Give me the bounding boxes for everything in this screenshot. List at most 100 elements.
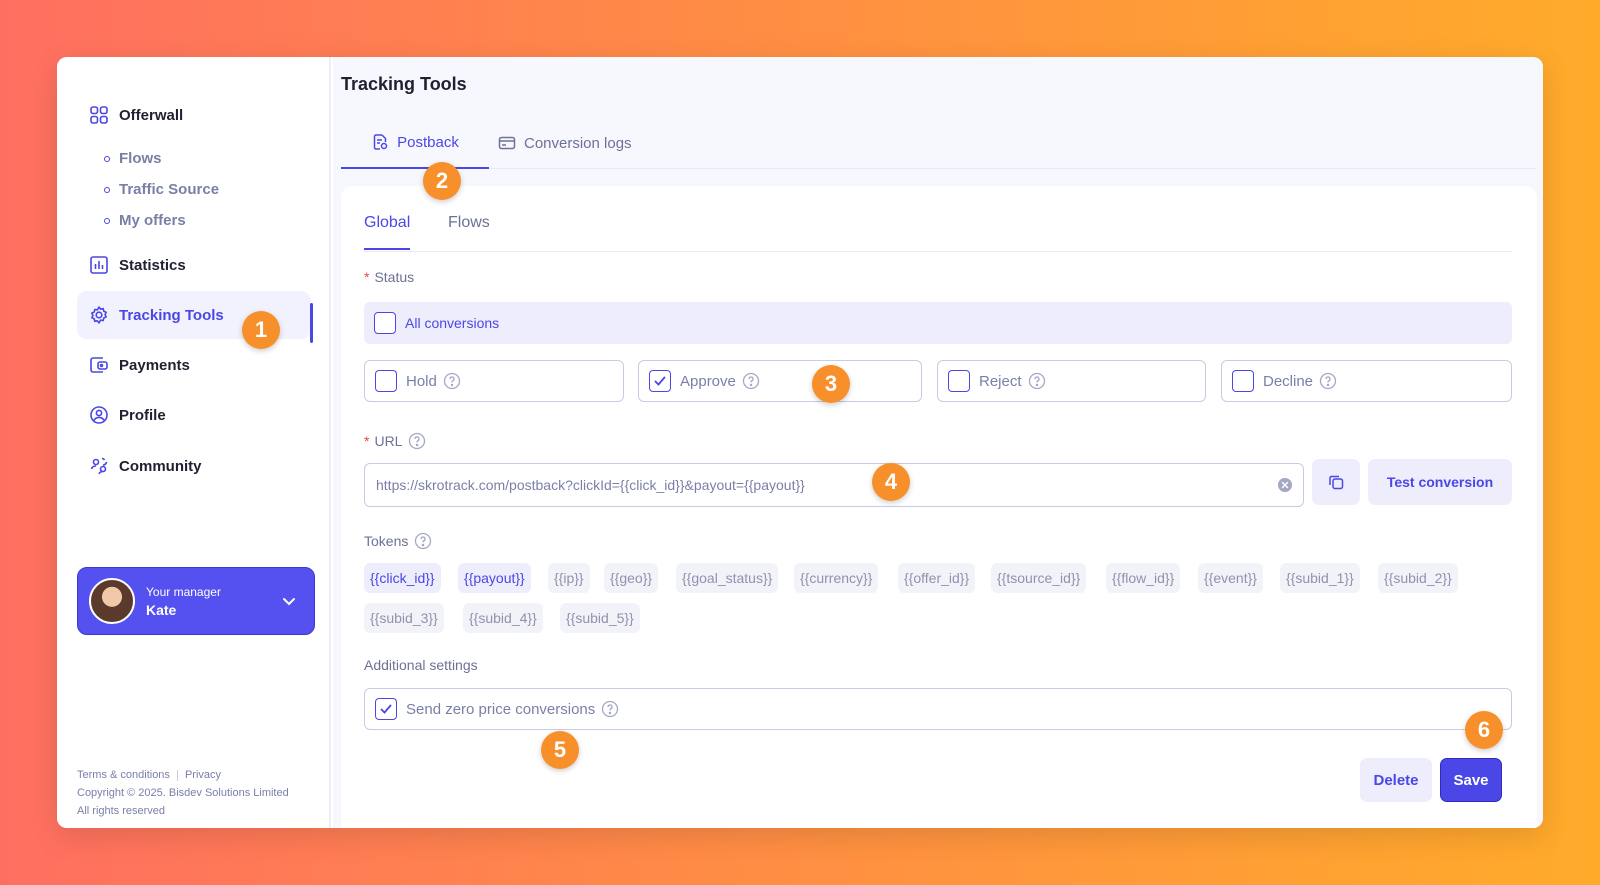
checkbox[interactable] — [375, 370, 397, 392]
token-chip[interactable]: {{currency}} — [794, 563, 879, 593]
token-chip[interactable]: {{subid_4}} — [463, 603, 543, 633]
clear-icon[interactable] — [1277, 477, 1293, 493]
zero-price-checkbox[interactable]: Send zero price conversions — [364, 688, 1512, 730]
status-option-label: Hold — [406, 372, 437, 390]
token-chip[interactable]: {{event}} — [1198, 563, 1263, 593]
copyright-text: Copyright © 2025. Bisdev Solutions Limit… — [77, 787, 289, 799]
checkbox[interactable] — [374, 312, 396, 334]
url-input[interactable]: https://skrotrack.com/postback?clickId={… — [364, 463, 1304, 507]
main-content: Tracking Tools Postback Conversion logs … — [333, 57, 1543, 828]
sidebar-subitem-my-offers[interactable]: My offers — [104, 212, 186, 229]
sidebar-item-label: Payments — [119, 356, 190, 374]
test-conversion-button[interactable]: Test conversion — [1368, 459, 1512, 505]
help-icon[interactable] — [1028, 372, 1046, 390]
tokens-label: Tokens — [364, 532, 432, 550]
manager-card[interactable]: Your manager Kate — [77, 567, 315, 635]
required-marker: * — [364, 269, 370, 285]
tokens-label-text: Tokens — [364, 533, 409, 549]
manager-name: Kate — [146, 601, 177, 618]
inner-tabs: Global Flows — [364, 186, 1512, 252]
sidebar-item-offerwall[interactable]: Offerwall — [77, 91, 311, 139]
bullet-icon — [104, 155, 110, 162]
token-chip[interactable]: {{click_id}} — [364, 563, 441, 593]
community-icon — [89, 456, 109, 476]
sidebar-item-profile[interactable]: Profile — [77, 391, 311, 439]
sidebar-item-label: Statistics — [119, 256, 186, 274]
checkbox-checked[interactable] — [375, 698, 397, 720]
token-chip[interactable]: {{tsource_id}} — [991, 563, 1087, 593]
sidebar-item-community[interactable]: Community — [77, 442, 311, 490]
copy-icon — [1329, 475, 1344, 490]
sidebar-subitem-label: Traffic Source — [119, 181, 220, 198]
token-chip[interactable]: {{subid_1}} — [1280, 563, 1360, 593]
token-chip[interactable]: {{subid_5}} — [560, 603, 640, 633]
page-title: Tracking Tools — [341, 74, 467, 94]
terms-link[interactable]: Terms & conditions — [77, 769, 170, 781]
status-approve[interactable]: Approve — [638, 360, 922, 402]
sidebar-item-statistics[interactable]: Statistics — [77, 241, 311, 289]
status-option-label: Approve — [680, 372, 736, 390]
status-decline[interactable]: Decline — [1221, 360, 1512, 402]
sidebar-subitem-flows[interactable]: Flows — [104, 150, 162, 167]
document-icon — [373, 134, 388, 150]
sidebar-subitem-label: Flows — [119, 150, 162, 167]
tab-label: Conversion logs — [524, 134, 632, 152]
step-badge-1: 1 — [242, 311, 280, 349]
chevron-down-icon[interactable] — [280, 592, 298, 610]
tab-conversion-logs[interactable]: Conversion logs — [498, 117, 632, 169]
sidebar-footer: Terms & conditions Privacy Copyright © 20… — [77, 766, 289, 820]
status-reject[interactable]: Reject — [937, 360, 1206, 402]
footer-divider — [176, 769, 178, 781]
checkmark-icon — [380, 704, 392, 714]
copy-button[interactable] — [1312, 459, 1360, 505]
token-chip[interactable]: {{flow_id}} — [1106, 563, 1181, 593]
status-option-label: Decline — [1263, 372, 1314, 390]
step-badge-6: 6 — [1465, 711, 1503, 749]
bullet-icon — [104, 186, 110, 193]
all-conversions-checkbox[interactable]: All conversions — [364, 302, 1512, 344]
help-icon[interactable] — [601, 700, 619, 718]
token-chip[interactable]: {{subid_3}} — [364, 603, 444, 633]
token-chip[interactable]: {{subid_2}} — [1378, 563, 1458, 593]
wallet-icon — [89, 355, 109, 375]
gear-icon — [89, 305, 109, 325]
postback-panel: Global Flows * Status All conversions Ho… — [341, 186, 1537, 828]
tab-label: Postback — [397, 133, 459, 151]
card-icon — [498, 136, 516, 150]
tab-flows[interactable]: Flows — [448, 214, 490, 248]
sidebar-subitem-traffic-source[interactable]: Traffic Source — [104, 181, 219, 198]
manager-label: Your manager — [146, 584, 221, 599]
checkbox-checked[interactable] — [649, 370, 671, 392]
token-chip[interactable]: {{payout}} — [458, 563, 531, 593]
tab-postback[interactable]: Postback — [341, 117, 489, 169]
url-label-text: URL — [374, 433, 403, 449]
save-button[interactable]: Save — [1440, 758, 1502, 802]
required-marker: * — [364, 433, 370, 449]
help-icon[interactable] — [443, 372, 461, 390]
privacy-link[interactable]: Privacy — [185, 769, 221, 781]
user-circle-icon — [89, 405, 109, 425]
token-chip[interactable]: {{geo}} — [604, 563, 659, 593]
tab-global[interactable]: Global — [364, 214, 411, 250]
status-label: * Status — [364, 269, 414, 285]
token-chip[interactable]: {{offer_id}} — [898, 563, 976, 593]
additional-settings-label: Additional settings — [364, 657, 478, 673]
token-chip[interactable]: {{ip}} — [548, 563, 590, 593]
step-badge-4: 4 — [872, 463, 910, 501]
help-icon[interactable] — [742, 372, 760, 390]
sidebar-item-payments[interactable]: Payments — [77, 341, 311, 389]
sidebar-item-label: Offerwall — [119, 106, 184, 124]
status-hold[interactable]: Hold — [364, 360, 624, 402]
url-value: https://skrotrack.com/postback?clickId={… — [376, 477, 805, 493]
checkbox[interactable] — [1232, 370, 1254, 392]
step-badge-5: 5 — [541, 731, 579, 769]
help-icon[interactable] — [414, 532, 432, 550]
sidebar-item-label: Profile — [119, 406, 166, 424]
chart-icon — [89, 255, 109, 275]
checkbox[interactable] — [948, 370, 970, 392]
active-indicator — [310, 303, 313, 343]
help-icon[interactable] — [408, 432, 426, 450]
token-chip[interactable]: {{goal_status}} — [676, 563, 779, 593]
delete-button[interactable]: Delete — [1360, 758, 1432, 802]
help-icon[interactable] — [1319, 372, 1337, 390]
